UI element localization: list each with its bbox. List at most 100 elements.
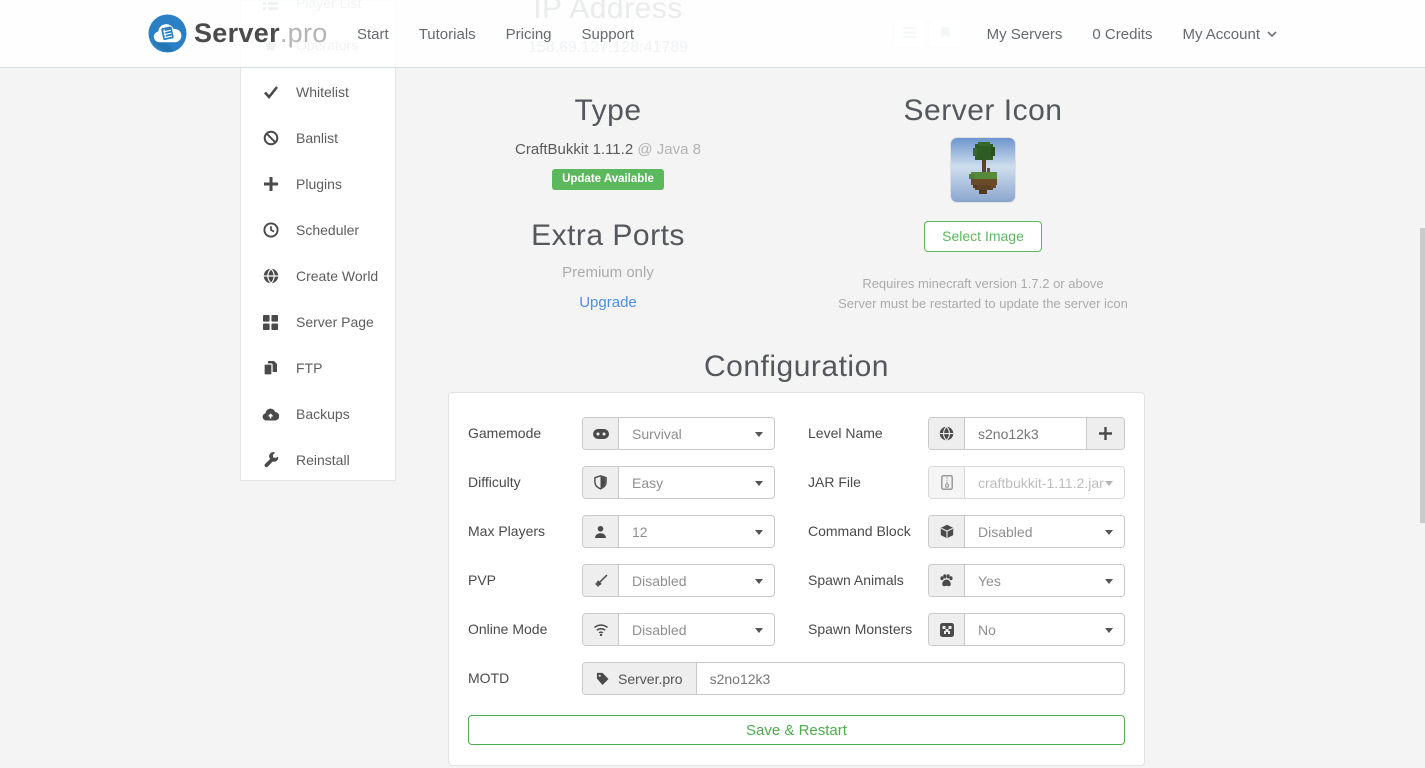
jar-file-label: JAR File: [808, 474, 861, 490]
sidebar-item-label: Backups: [296, 406, 350, 422]
nav-links: Start Tutorials Pricing Support: [357, 0, 634, 68]
sidebar-item-server-page[interactable]: Server Page: [262, 311, 374, 333]
sidebar-item-label: Scheduler: [296, 222, 360, 238]
top-navbar: Server.pro Start Tutorials Pricing Suppo…: [0, 0, 1425, 68]
online-mode-label: Online Mode: [468, 621, 548, 637]
level-name-label: Level Name: [808, 425, 883, 441]
sidebar-item-label: Reinstall: [296, 452, 350, 468]
check-icon: [262, 84, 279, 101]
caret-down-icon: [1105, 627, 1113, 633]
sidebar-item-banlist[interactable]: Banlist: [262, 127, 338, 149]
sidebar-item-label: Plugins: [296, 176, 342, 192]
paw-icon: [929, 565, 965, 596]
update-available-badge[interactable]: Update Available: [552, 169, 664, 190]
nav-my-servers[interactable]: My Servers: [987, 26, 1063, 43]
sidebar-item-plugins[interactable]: Plugins: [262, 173, 342, 195]
level-name-input-group: s2no12k3: [928, 417, 1125, 450]
cube-icon: [929, 516, 965, 547]
sidebar-item-backups[interactable]: Backups: [262, 403, 350, 425]
premium-only-label: Premium only: [562, 264, 654, 281]
nav-start[interactable]: Start: [357, 26, 389, 43]
sidebar-item-create-world[interactable]: Create World: [262, 265, 378, 287]
sidebar-item-scheduler[interactable]: Scheduler: [262, 219, 359, 241]
grid-icon: [262, 314, 279, 331]
spawn-monsters-label: Spawn Monsters: [808, 621, 913, 637]
sidebar-item-label: Create World: [296, 268, 379, 284]
caret-down-icon: [1105, 578, 1113, 584]
caret-down-icon: [755, 529, 763, 535]
globe-icon: [929, 418, 965, 449]
server-pro-logo-icon: [148, 14, 187, 53]
sidebar-item-ftp[interactable]: FTP: [262, 357, 322, 379]
nav-right: My Servers 0 Credits My Account: [987, 0, 1277, 68]
server-icon-heading: Server Icon: [903, 94, 1063, 127]
upgrade-link[interactable]: Upgrade: [579, 294, 637, 311]
difficulty-label: Difficulty: [468, 474, 521, 490]
sidebar-item-reinstall[interactable]: Reinstall: [262, 449, 350, 471]
scrollbar-thumb[interactable]: [1420, 228, 1425, 523]
command-block-label: Command Block: [808, 523, 911, 539]
add-world-button[interactable]: [1086, 418, 1124, 449]
sidebar-item-label: FTP: [296, 360, 323, 376]
save-restart-button[interactable]: Save & Restart: [468, 715, 1125, 745]
level-name-input[interactable]: s2no12k3: [965, 418, 1086, 449]
spawn-animals-select[interactable]: Yes: [928, 564, 1125, 597]
user-icon: [583, 516, 619, 547]
nav-support[interactable]: Support: [582, 26, 635, 43]
plus-icon: [262, 176, 279, 193]
caret-down-icon: [755, 480, 763, 486]
brand-name: Server.pro: [194, 18, 328, 48]
files-icon: [262, 360, 279, 377]
caret-down-icon: [755, 431, 763, 437]
nav-tutorials[interactable]: Tutorials: [419, 26, 476, 43]
motd-label: MOTD: [468, 670, 510, 686]
motd-input[interactable]: s2no12k3: [697, 663, 1124, 694]
sidebar: Player List Operators Whitelist Banlist …: [240, 0, 396, 481]
motd-addon: Server.pro: [583, 663, 697, 694]
wrench-icon: [262, 452, 279, 469]
shield-icon: [583, 467, 619, 498]
creeper-face-icon: [929, 614, 965, 645]
nav-credits[interactable]: 0 Credits: [1092, 26, 1152, 43]
max-players-label: Max Players: [468, 523, 546, 539]
online-mode-select[interactable]: Disabled: [582, 613, 775, 646]
caret-down-icon: [1105, 480, 1113, 486]
sidebar-item-label: Server Page: [296, 314, 374, 330]
plus-icon: [1099, 427, 1112, 440]
sidebar-item-label: Banlist: [296, 130, 339, 146]
cloud-upload-icon: [262, 406, 279, 423]
server-icon-image: [951, 138, 1015, 202]
extra-ports-heading: Extra Ports: [531, 219, 685, 252]
tag-icon: [596, 672, 609, 685]
caret-down-icon: [755, 578, 763, 584]
command-block-select[interactable]: Disabled: [928, 515, 1125, 548]
select-image-button[interactable]: Select Image: [924, 221, 1042, 252]
nav-pricing[interactable]: Pricing: [506, 26, 552, 43]
server-pro-control-panel: IP Address 158.69.127.128:41789 Player L…: [0, 0, 1425, 768]
spawn-monsters-select[interactable]: No: [928, 613, 1125, 646]
type-heading: Type: [574, 94, 642, 127]
globe-icon: [262, 268, 279, 285]
gamemode-label: Gamemode: [468, 425, 542, 441]
difficulty-select[interactable]: Easy: [582, 466, 775, 499]
sidebar-item-whitelist[interactable]: Whitelist: [262, 81, 349, 103]
max-players-select[interactable]: 12: [582, 515, 775, 548]
pvp-label: PVP: [468, 572, 497, 588]
brand-logo[interactable]: Server.pro: [148, 14, 328, 53]
chevron-down-icon: [1267, 30, 1277, 38]
motd-input-group: Server.pro s2no12k3: [582, 662, 1125, 695]
server-type-value: CraftBukkit 1.11.2 @ Java 8: [515, 141, 701, 158]
nav-my-account[interactable]: My Account: [1182, 26, 1277, 43]
pvp-select[interactable]: Disabled: [582, 564, 775, 597]
configuration-card: Gamemode Survival Difficulty Easy Max Pl…: [448, 392, 1145, 766]
spawn-animals-label: Spawn Animals: [808, 572, 904, 588]
clock-icon: [262, 222, 279, 239]
ban-icon: [262, 130, 279, 147]
gamemode-select[interactable]: Survival: [582, 417, 775, 450]
wifi-icon: [583, 614, 619, 645]
caret-down-icon: [755, 627, 763, 633]
jar-file-select: craftbukkit-1.11.2.jar: [928, 466, 1125, 499]
sidebar-item-label: Whitelist: [296, 84, 349, 100]
gamepad-icon: [583, 418, 619, 449]
caret-down-icon: [1105, 529, 1113, 535]
